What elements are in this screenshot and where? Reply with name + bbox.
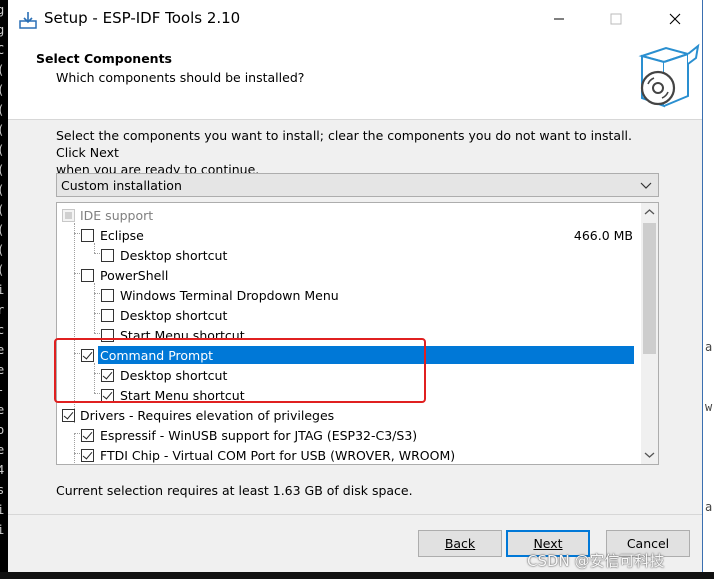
component-ide-support[interactable]: IDE support — [57, 205, 637, 225]
checkbox[interactable] — [81, 429, 94, 442]
page-subtitle: Which components should be installed? — [56, 70, 305, 85]
installer-icon — [19, 12, 37, 29]
minimize-icon — [554, 18, 564, 20]
watermark: CSDN @安信可科技 — [527, 552, 665, 570]
page-title: Select Components — [36, 51, 172, 66]
next-label: Next — [533, 536, 563, 551]
maximize-icon — [610, 13, 622, 25]
footer-divider — [8, 514, 702, 515]
scroll-down-icon[interactable] — [644, 449, 655, 460]
checkbox[interactable] — [81, 269, 94, 282]
component-powershell-desktop-shortcut[interactable]: Desktop shortcut — [57, 305, 637, 325]
component-cmd-startmenu-shortcut[interactable]: Start Menu shortcut — [57, 385, 637, 405]
instructions-line-1: Select the components you want to instal… — [56, 128, 632, 160]
checkbox[interactable] — [101, 329, 114, 342]
component-eclipse-desktop-shortcut[interactable]: Desktop shortcut — [57, 245, 637, 265]
scroll-up-icon[interactable] — [644, 207, 655, 218]
checkbox[interactable] — [101, 369, 114, 382]
checkbox[interactable] — [101, 249, 114, 262]
checkbox[interactable] — [81, 229, 94, 242]
window-title: Setup - ESP-IDF Tools 2.10 — [44, 9, 241, 27]
install-type-select[interactable]: Custom installation — [56, 173, 659, 197]
close-button[interactable] — [652, 4, 698, 34]
component-label: Espressif - WinUSB support for JTAG (ESP… — [100, 428, 418, 443]
minimize-button[interactable] — [536, 4, 582, 34]
component-label: Start Menu shortcut — [120, 328, 245, 343]
checkbox[interactable] — [62, 409, 75, 422]
component-powershell-startmenu-shortcut[interactable]: Start Menu shortcut — [57, 325, 637, 345]
setup-window: Setup - ESP-IDF Tools 2.10 Select Compon… — [8, 0, 703, 572]
disk-space-info: Current selection requires at least 1.63… — [56, 483, 413, 498]
component-label: Desktop shortcut — [120, 308, 228, 323]
maximize-button[interactable] — [593, 4, 639, 34]
component-eclipse[interactable]: Eclipse 466.0 MB — [57, 225, 637, 245]
vertical-scrollbar[interactable] — [641, 203, 658, 464]
cancel-label: Cancel — [626, 536, 670, 551]
component-label: Drivers - Requires elevation of privileg… — [80, 408, 335, 423]
component-label: PowerShell — [100, 268, 169, 283]
close-icon — [669, 13, 681, 25]
component-size: 466.0 MB — [573, 228, 633, 243]
checkbox[interactable] — [81, 449, 94, 462]
checkbox[interactable] — [101, 289, 114, 302]
component-label: FTDI Chip - Virtual COM Port for USB (WR… — [100, 448, 456, 463]
component-label: Command Prompt — [100, 348, 214, 363]
component-label: Desktop shortcut — [120, 368, 228, 383]
component-label: Windows Terminal Dropdown Menu — [120, 288, 339, 303]
component-drivers[interactable]: Drivers - Requires elevation of privileg… — [57, 405, 637, 425]
package-disc-icon — [638, 43, 700, 108]
back-button[interactable]: Back — [418, 530, 502, 557]
component-label: Eclipse — [100, 228, 144, 243]
component-label: Desktop shortcut — [120, 248, 228, 263]
background-terminal-left: ggC(((((((((((ircee-e oe4sii — [0, 0, 8, 579]
background-terminal-right: awa — [703, 0, 714, 579]
background-strip — [0, 572, 714, 579]
checkbox[interactable] — [81, 349, 94, 362]
scrollbar-thumb[interactable] — [643, 223, 656, 354]
component-label: Start Menu shortcut — [120, 388, 245, 403]
component-cmd-desktop-shortcut[interactable]: Desktop shortcut — [57, 365, 637, 385]
component-windows-terminal-menu[interactable]: Windows Terminal Dropdown Menu — [57, 285, 637, 305]
wizard-header: Select Components Which components shoul… — [8, 38, 702, 120]
component-command-prompt[interactable]: Command Prompt — [57, 345, 637, 365]
chevron-down-icon — [640, 182, 652, 189]
component-driver-espressif-winusb[interactable]: Espressif - WinUSB support for JTAG (ESP… — [57, 425, 637, 445]
install-type-value: Custom installation — [61, 178, 182, 193]
components-tree[interactable]: IDE support Eclipse 466.0 MB Desktop sho… — [56, 202, 659, 465]
component-powershell[interactable]: PowerShell — [57, 265, 637, 285]
back-label: Back — [444, 536, 476, 551]
title-bar: Setup - ESP-IDF Tools 2.10 — [8, 0, 702, 38]
checkbox[interactable] — [101, 389, 114, 402]
checkbox[interactable] — [62, 209, 75, 222]
component-label: IDE support — [80, 208, 154, 223]
checkbox[interactable] — [101, 309, 114, 322]
component-driver-ftdi[interactable]: FTDI Chip - Virtual COM Port for USB (WR… — [57, 445, 637, 464]
instructions: Select the components you want to instal… — [56, 127, 656, 178]
